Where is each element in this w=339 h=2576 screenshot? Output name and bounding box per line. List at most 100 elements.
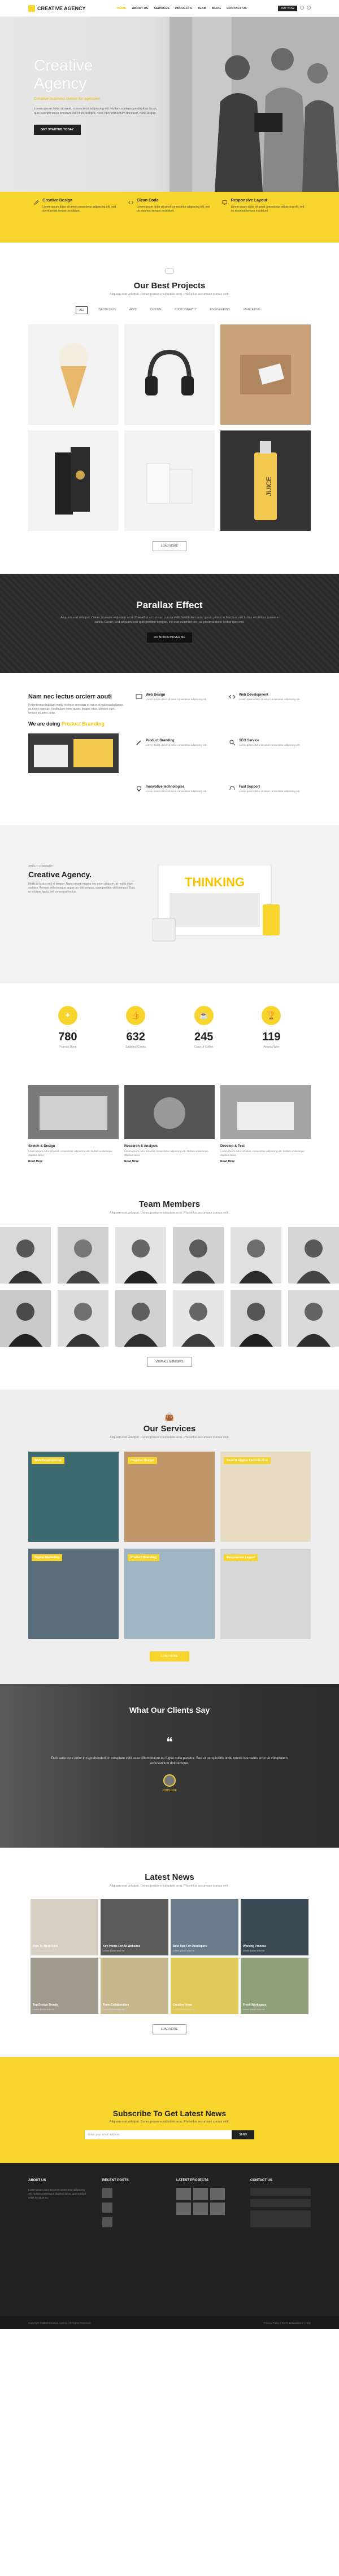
team-member-photo[interactable]: [231, 1227, 281, 1283]
recent-post[interactable]: [102, 2188, 163, 2198]
project-icecream[interactable]: [28, 324, 119, 425]
news-item[interactable]: Best Tips For Developers Lorem ipsum dolo…: [171, 1899, 238, 1955]
nav-projects[interactable]: PROJECTS: [175, 7, 192, 10]
nav-about[interactable]: ABOUT US: [132, 7, 148, 10]
nav-blog[interactable]: BLOG: [212, 7, 221, 10]
service-card[interactable]: Digital Marketing: [28, 1549, 119, 1639]
nav-home[interactable]: HOME: [117, 7, 127, 10]
read-more-link[interactable]: Read More: [28, 1160, 119, 1163]
nav-contact[interactable]: CONTACT US: [227, 7, 247, 10]
team-member-photo[interactable]: [173, 1290, 224, 1347]
project-headphones[interactable]: [124, 324, 215, 425]
news-item-title: Best Tips For Developers: [173, 1945, 207, 1948]
folder-icon: 🗀: [166, 266, 173, 275]
service-card[interactable]: Product Branding: [124, 1549, 215, 1639]
team-member-photo[interactable]: [115, 1290, 166, 1347]
news-caption: Working Process Lorem ipsum dolor sit: [243, 1945, 266, 1952]
project-thumb[interactable]: [176, 2203, 191, 2215]
blog-card[interactable]: Sketch & Design Lorem ipsum dolor sit am…: [28, 1085, 119, 1163]
email-input[interactable]: Enter your email address: [85, 2130, 232, 2139]
service-desc: Lorem ipsum dolor sit amet consectetur a…: [146, 789, 207, 793]
contact-name-field[interactable]: [250, 2188, 311, 2196]
project-thumb[interactable]: [210, 2203, 225, 2215]
news-caption: Top Design Trends Lorem ipsum dolor sit: [33, 2003, 58, 2011]
project-coffee-bags[interactable]: [124, 430, 215, 531]
team-member-photo[interactable]: [0, 1290, 51, 1347]
news-title: Latest News: [145, 1872, 194, 1882]
project-juice[interactable]: JUICE: [220, 430, 311, 531]
get-started-button[interactable]: GET STARTED TODAY: [34, 125, 81, 135]
services-intro: Nam nec lectus orcierr aouti Pellentesqu…: [28, 693, 124, 825]
filter-apps[interactable]: APPS: [127, 306, 140, 314]
footer-links[interactable]: Privacy Policy | Terms & Conditions | He…: [263, 2322, 311, 2324]
nav-team[interactable]: TEAM: [198, 7, 207, 10]
news-item[interactable]: Key Points For All Websites Lorem ipsum d…: [101, 1899, 168, 1955]
news-item-sub: Lorem ipsum dolor sit: [243, 1949, 265, 1952]
parallax-button[interactable]: DO ACTION HOVER ME: [147, 632, 192, 643]
news-item[interactable]: Team Collaboration Lorem ipsum dolor sit: [101, 1958, 168, 2014]
service-item: Innovative technologies Lorem ipsum dolor…: [136, 785, 218, 825]
subscribe-button[interactable]: SEND: [232, 2130, 254, 2139]
team-member-photo[interactable]: [58, 1227, 108, 1283]
service-card[interactable]: Web Development: [28, 1452, 119, 1542]
news-item[interactable]: How To Work Hard Lorem ipsum dolor sit: [31, 1899, 98, 1955]
service-card[interactable]: Creative Design: [124, 1452, 215, 1542]
news-caption: How To Work Hard Lorem ipsum dolor sit: [33, 1945, 58, 1952]
project-thumb[interactable]: [193, 2188, 208, 2200]
team-member-photo[interactable]: [58, 1290, 108, 1347]
load-more-projects-button[interactable]: LOAD MORE: [153, 541, 186, 551]
read-more-link[interactable]: Read More: [124, 1160, 215, 1163]
view-all-members-button[interactable]: VIEW ALL MEMBERS: [147, 1357, 192, 1367]
blog-title: Research & Analysis: [124, 1145, 158, 1148]
service-card[interactable]: Responsive Layout: [220, 1549, 311, 1639]
counter-value: 119: [262, 1031, 281, 1043]
news-item[interactable]: Fresh Workspace Lorem ipsum dolor sit: [241, 1958, 308, 2014]
recent-post[interactable]: [102, 2203, 163, 2213]
news-item[interactable]: Creative Ideas Lorem ipsum dolor sit: [171, 1958, 238, 2014]
service-card-label: Web Development: [32, 1457, 64, 1464]
service-desc: Lorem ipsum dolor sit amet consectetur a…: [239, 698, 301, 701]
load-more-news-button[interactable]: LOAD MORE: [153, 2024, 186, 2034]
coffee-bags-image: [146, 463, 193, 504]
nav-services[interactable]: SERVICES: [154, 7, 169, 10]
recent-post[interactable]: [102, 2217, 163, 2227]
load-more-services-button[interactable]: LOAD MORE: [150, 1651, 189, 1661]
project-packaging[interactable]: [28, 430, 119, 531]
team-member-photo[interactable]: [173, 1227, 224, 1283]
news-item[interactable]: Working Process Lorem ipsum dolor sit: [241, 1899, 308, 1955]
service-card[interactable]: Search Engine Optimization: [220, 1452, 311, 1542]
project-thumb[interactable]: [193, 2203, 208, 2215]
filter-marketing[interactable]: MARKETING: [241, 306, 263, 314]
contact-message-field[interactable]: [250, 2210, 311, 2227]
service-item: SEO Service Lorem ipsum dolor sit amet co…: [229, 739, 311, 779]
blog-card[interactable]: Research & Analysis Lorem ipsum dolor si…: [124, 1085, 215, 1163]
filter-photography[interactable]: PHOTOGRAPHY: [172, 306, 199, 314]
project-thumb[interactable]: [210, 2188, 225, 2200]
project-box[interactable]: [220, 324, 311, 425]
team-member-photo[interactable]: [0, 1227, 51, 1283]
news-item-sub: Lorem ipsum dolor sit: [173, 1949, 195, 1952]
filter-engineering[interactable]: ENGINEERING: [207, 306, 233, 314]
filter-design[interactable]: DESIGN: [147, 306, 164, 314]
contact-email-field[interactable]: [250, 2199, 311, 2207]
team-member-photo[interactable]: [288, 1227, 339, 1283]
team-grid: [0, 1227, 339, 1347]
parallax-desc: Aliquam erat volutpat. Donec posuere vul…: [60, 616, 279, 624]
project-thumb[interactable]: [176, 2188, 191, 2200]
blog-card[interactable]: Develop & Test Lorem ipsum dolor sit ame…: [220, 1085, 311, 1163]
read-more-link[interactable]: Read More: [220, 1160, 311, 1163]
news-item[interactable]: Top Design Trends Lorem ipsum dolor sit: [31, 1958, 98, 2014]
services-intro-title: Nam nec lectus orcierr aouti: [28, 693, 112, 700]
team-member-photo[interactable]: [231, 1290, 281, 1347]
counter-label: Satisfied Clients: [125, 1045, 146, 1049]
logo[interactable]: CREATIVE AGENCY: [28, 5, 86, 12]
buy-now-button[interactable]: BUY NOW: [278, 5, 297, 11]
filter-all[interactable]: ALL: [76, 306, 88, 314]
cart-icon[interactable]: [306, 5, 311, 10]
team-member-photo[interactable]: [115, 1227, 166, 1283]
search-icon[interactable]: [299, 5, 304, 10]
footer-heading: ABOUT US: [28, 2179, 46, 2182]
news-desc: Aliquam erat volutpat. Donec posuere vul…: [109, 1884, 230, 1888]
filter-webdesign[interactable]: WEBDESIGN: [95, 306, 119, 314]
team-member-photo[interactable]: [288, 1290, 339, 1347]
